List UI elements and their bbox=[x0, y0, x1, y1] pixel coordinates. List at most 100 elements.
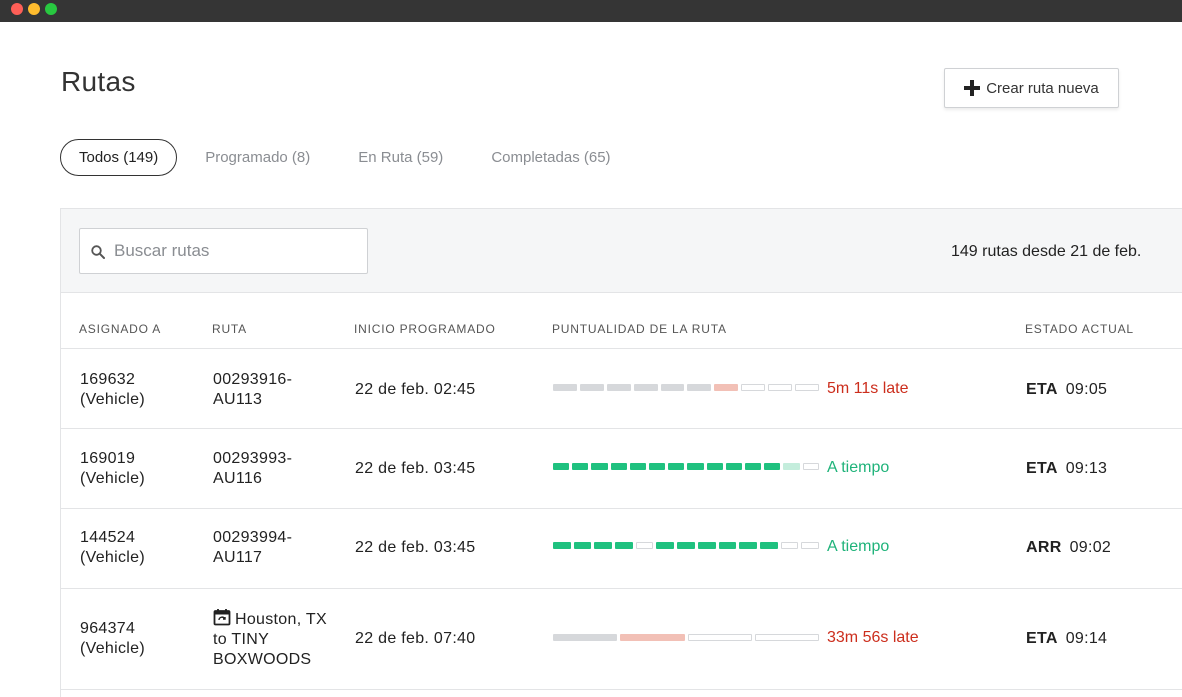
progress-segment bbox=[768, 384, 793, 391]
progress-segment bbox=[633, 384, 658, 391]
assigned-id: 169632 bbox=[80, 371, 136, 388]
tab-todos[interactable]: Todos (149) bbox=[60, 138, 178, 176]
current-status: ETA 09:13 bbox=[1026, 459, 1107, 479]
progress-segment bbox=[553, 384, 577, 391]
table-row[interactable]: 144524 (Vehicle) 00293994- AU117 22 de f… bbox=[61, 510, 1182, 589]
progress-segment bbox=[687, 463, 704, 470]
progress-segment bbox=[780, 542, 799, 549]
assigned-id: 169019 bbox=[80, 450, 136, 467]
progress-segment bbox=[668, 463, 685, 470]
column-header-estado[interactable]: ESTADO ACTUAL bbox=[1025, 322, 1134, 336]
progress-segment bbox=[553, 542, 571, 549]
app-window: Rutas Crear ruta nueva Todos (149) Progr… bbox=[0, 22, 1182, 697]
create-route-label: Crear ruta nueva bbox=[986, 79, 1099, 97]
search-box[interactable] bbox=[79, 228, 368, 274]
route-cell[interactable]: 00293993- AU116 bbox=[213, 449, 292, 489]
assigned-cell: 964374 (Vehicle) bbox=[80, 619, 145, 659]
progress-segment bbox=[714, 384, 739, 391]
create-route-button[interactable]: Crear ruta nueva bbox=[944, 68, 1119, 108]
assigned-id: 144524 bbox=[80, 529, 136, 546]
assigned-id: 964374 bbox=[80, 620, 136, 637]
status-time: 09:13 bbox=[1065, 460, 1108, 477]
route-name: 00293993- bbox=[213, 450, 293, 467]
route-cell[interactable]: 00293994- AU117 bbox=[213, 528, 292, 568]
column-header-inicio[interactable]: INICIO PROGRAMADO bbox=[354, 322, 496, 336]
punctuality-status: 5m 11s late bbox=[827, 380, 909, 397]
tab-programado[interactable]: Programado (8) bbox=[205, 149, 310, 166]
table-row[interactable]: 169019 (Vehicle) 00293993- AU116 22 de f… bbox=[61, 430, 1182, 509]
progress-segment bbox=[706, 463, 723, 470]
assigned-type: (Vehicle) bbox=[80, 391, 145, 408]
progress-segment bbox=[795, 384, 819, 391]
assigned-type: (Vehicle) bbox=[80, 549, 145, 566]
scheduled-start: 22 de feb. 03:45 bbox=[355, 539, 476, 556]
search-input[interactable] bbox=[114, 229, 354, 273]
progress-segment bbox=[649, 463, 666, 470]
table-row[interactable]: 964374 (Vehicle) Houston, TX to TINY BOX… bbox=[61, 590, 1182, 690]
progress-segment bbox=[741, 384, 766, 391]
progress-segment bbox=[656, 542, 675, 549]
route-name: AU117 bbox=[213, 549, 263, 566]
progress-segment bbox=[783, 463, 800, 470]
progress-segment bbox=[801, 542, 819, 549]
status-code: ETA bbox=[1026, 381, 1058, 398]
progress-segment bbox=[594, 542, 613, 549]
status-code: ETA bbox=[1026, 630, 1058, 647]
current-status: ETA 09:14 bbox=[1026, 629, 1107, 649]
assigned-type: (Vehicle) bbox=[80, 640, 145, 657]
progress-segment bbox=[677, 542, 695, 549]
progress-segment bbox=[759, 542, 778, 549]
route-name: AU116 bbox=[213, 470, 263, 487]
routes-panel: 149 rutas desde 21 de feb. ASIGNADO A RU… bbox=[60, 208, 1182, 697]
routes-count: 149 rutas desde 21 de feb. bbox=[951, 243, 1142, 260]
scheduled-start: 22 de feb. 07:40 bbox=[355, 630, 476, 647]
status-code: ETA bbox=[1026, 460, 1058, 477]
progress-segment bbox=[610, 463, 627, 470]
punctuality-progress-bar bbox=[553, 542, 819, 549]
status-code: ARR bbox=[1026, 539, 1062, 556]
progress-segment bbox=[697, 542, 716, 549]
status-time: 09:02 bbox=[1069, 539, 1112, 556]
tab-en-ruta[interactable]: En Ruta (59) bbox=[358, 149, 443, 166]
assigned-cell: 169019 (Vehicle) bbox=[80, 449, 145, 489]
route-tabs: Todos (149) Programado (8) En Ruta (59) … bbox=[60, 138, 611, 176]
punctuality-progress-bar bbox=[553, 463, 819, 470]
progress-segment bbox=[572, 463, 589, 470]
route-name: BOXWOODS bbox=[213, 651, 312, 668]
maximize-window-button[interactable] bbox=[45, 3, 57, 15]
progress-segment bbox=[615, 542, 633, 549]
column-header-ruta[interactable]: RUTA bbox=[212, 322, 247, 336]
scheduled-start: 22 de feb. 02:45 bbox=[355, 381, 476, 398]
search-icon bbox=[91, 245, 105, 259]
tab-completadas[interactable]: Completadas (65) bbox=[491, 149, 610, 166]
route-cell[interactable]: Houston, TX to TINY BOXWOODS bbox=[213, 608, 327, 670]
progress-segment bbox=[553, 463, 570, 470]
routes-toolbar: 149 rutas desde 21 de feb. bbox=[61, 209, 1182, 293]
status-time: 09:14 bbox=[1065, 630, 1108, 647]
progress-segment bbox=[764, 463, 781, 470]
progress-segment bbox=[635, 542, 654, 549]
assigned-cell: 144524 (Vehicle) bbox=[80, 528, 145, 568]
progress-segment bbox=[687, 634, 752, 641]
minimize-window-button[interactable] bbox=[28, 3, 40, 15]
table-row[interactable]: 169632 (Vehicle) 00293916- AU113 22 de f… bbox=[61, 350, 1182, 429]
progress-segment bbox=[591, 463, 608, 470]
status-time: 09:05 bbox=[1065, 381, 1108, 398]
progress-segment bbox=[553, 634, 618, 641]
progress-segment bbox=[573, 542, 592, 549]
calendar-repeat-icon bbox=[213, 609, 231, 626]
column-header-asignado[interactable]: ASIGNADO A bbox=[79, 322, 161, 336]
page-title: Rutas bbox=[61, 66, 136, 97]
window-titlebar bbox=[0, 0, 1182, 22]
column-header-puntualidad[interactable]: PUNTUALIDAD DE LA RUTA bbox=[552, 322, 727, 336]
route-cell[interactable]: 00293916- AU113 bbox=[213, 370, 292, 410]
progress-segment bbox=[660, 384, 685, 391]
progress-segment bbox=[718, 542, 737, 549]
progress-segment bbox=[754, 634, 819, 641]
progress-segment bbox=[802, 463, 819, 470]
close-window-button[interactable] bbox=[11, 3, 23, 15]
punctuality-status: A tiempo bbox=[827, 459, 890, 476]
route-name: AU113 bbox=[213, 391, 263, 408]
progress-segment bbox=[739, 542, 757, 549]
progress-segment bbox=[745, 463, 762, 470]
